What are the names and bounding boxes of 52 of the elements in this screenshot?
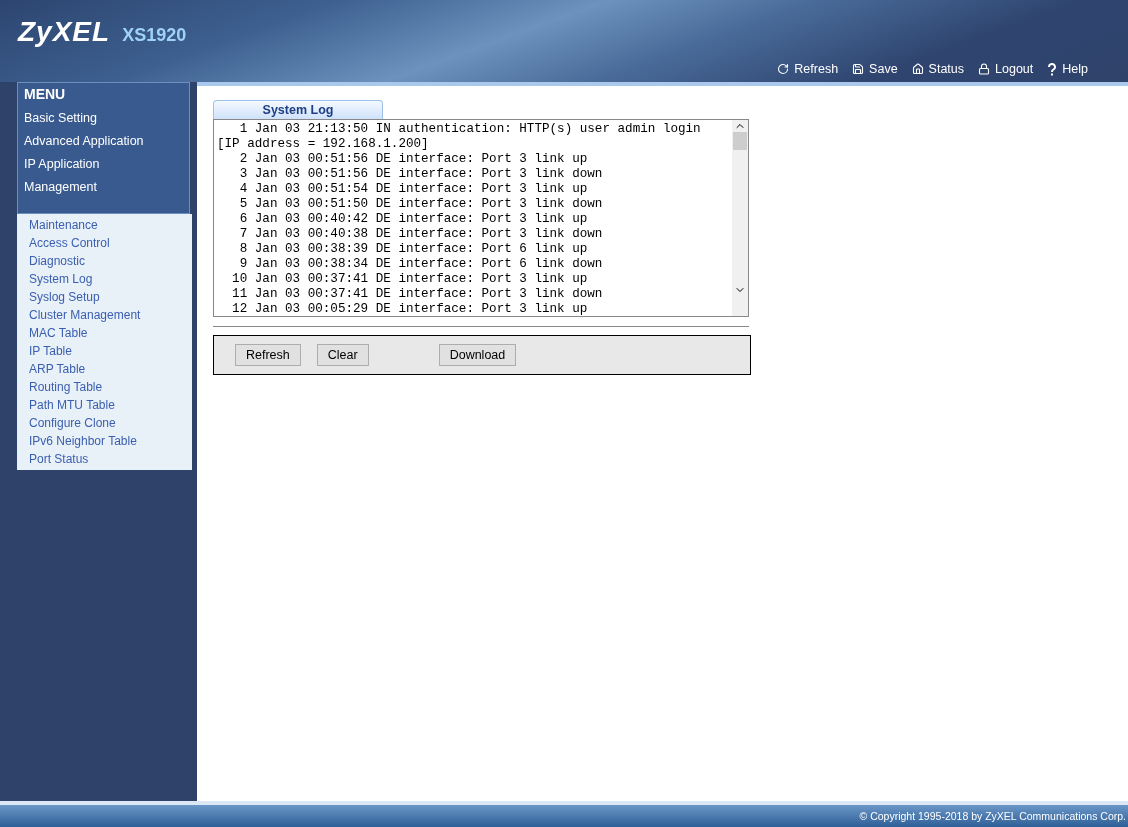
action-button[interactable]: Refresh (235, 344, 301, 366)
save-icon (852, 63, 865, 75)
log-line: 6 Jan 03 00:40:42 DE interface: Port 3 link up (238, 212, 589, 227)
model-name: XS1920 (122, 25, 187, 46)
submenu-link[interactable]: IP Table (29, 342, 72, 360)
brand-logo: ZyXEL (18, 16, 111, 48)
submenu-link[interactable]: IPv6 Neighbor Table (29, 432, 137, 450)
log-line: 1 Jan 03 21:13:50 IN authentication: HTTP(s) user admin login (238, 122, 702, 137)
toolbar-link[interactable]: Status (911, 62, 965, 76)
submenu-link[interactable]: MAC Table (29, 324, 88, 342)
menu-title: MENU (24, 86, 67, 102)
submenu-link[interactable]: Path MTU Table (29, 396, 115, 414)
toolbar-link[interactable]: Refresh (777, 62, 839, 76)
log-line: 11 Jan 03 00:37:41 DE interface: Port 3 link down (231, 287, 604, 302)
submenu-link[interactable]: Diagnostic (29, 252, 86, 270)
log-line: 9 Jan 03 00:38:34 DE interface: Port 6 link down (238, 257, 604, 272)
submenu-link[interactable]: Maintenance (29, 216, 98, 234)
log-line: 12 Jan 03 00:05:29 DE interface: Port 3 link up (231, 302, 589, 316)
log-line: 5 Jan 03 00:51:50 DE interface: Port 3 link down (238, 197, 604, 212)
help-icon (1047, 62, 1058, 76)
house-icon (911, 63, 924, 75)
submenu-link[interactable]: Configure Clone (29, 414, 116, 432)
log-textarea[interactable] (213, 119, 749, 317)
menu-section-link[interactable]: Basic Setting (24, 111, 97, 125)
menu-section-link[interactable]: IP Application (24, 157, 100, 171)
menu-section-link[interactable]: Management (24, 180, 97, 194)
submenu-link[interactable]: Port Status (29, 450, 89, 468)
scrollbar[interactable] (732, 120, 748, 316)
submenu-link[interactable]: System Log (29, 270, 93, 288)
log-line: 10 Jan 03 00:37:41 DE interface: Port 3 link up (231, 272, 589, 287)
scroll-thumb[interactable] (733, 132, 747, 150)
panel-tab[interactable]: System Log (213, 100, 383, 119)
action-button[interactable]: Download (438, 344, 517, 366)
log-line: 8 Jan 03 00:38:39 DE interface: Port 6 link up (238, 242, 589, 257)
lock-icon (978, 63, 991, 75)
submenu-link[interactable]: Cluster Management (29, 306, 141, 324)
log-line: 4 Jan 03 00:51:54 DE interface: Port 3 link up (238, 182, 589, 197)
submenu-link[interactable]: Routing Table (29, 378, 103, 396)
log-line: [IP address = 192.168.1.200] (217, 137, 430, 152)
submenu-link[interactable]: ARP Table (29, 360, 86, 378)
log-line: 3 Jan 03 00:51:56 DE interface: Port 3 link down (238, 167, 604, 182)
copyright-text: © Copyright 1995-2018 by ZyXEL Communications Corp. (859, 810, 1126, 822)
refresh-icon (777, 63, 790, 75)
toolbar-link[interactable]: Help (1047, 62, 1088, 76)
log-line: 7 Jan 03 00:40:38 DE interface: Port 3 link down (238, 227, 604, 242)
menu-section-link[interactable]: Advanced Application (24, 134, 144, 148)
toolbar-link[interactable]: Logout (978, 62, 1034, 76)
submenu-link[interactable]: Access Control (29, 234, 110, 252)
log-line: 2 Jan 03 00:51:56 DE interface: Port 3 link up (238, 152, 589, 167)
toolbar-link[interactable]: Save (852, 62, 898, 76)
action-button[interactable]: Clear (316, 344, 369, 366)
submenu-link[interactable]: Syslog Setup (29, 288, 100, 306)
